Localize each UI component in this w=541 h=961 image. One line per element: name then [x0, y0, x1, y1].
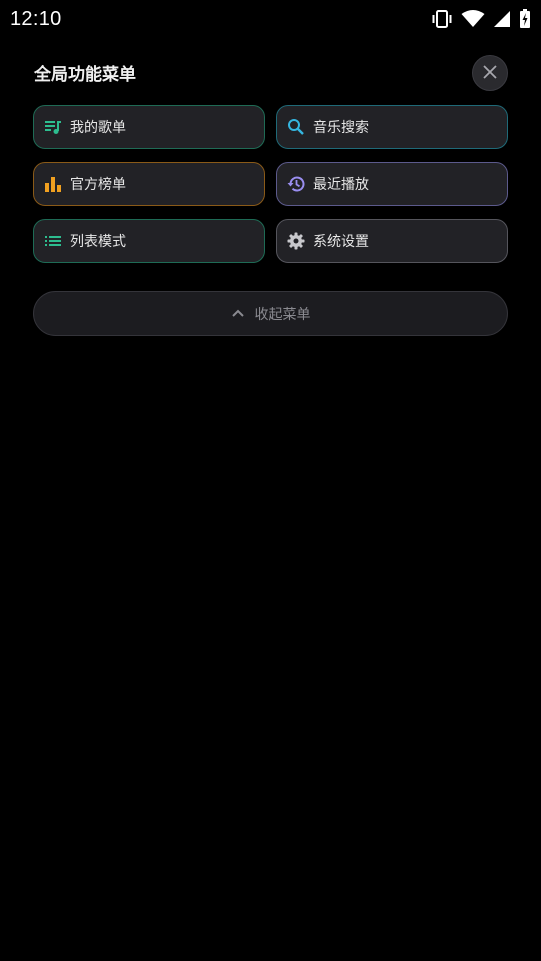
system-settings-label: 系统设置	[313, 234, 369, 250]
menu-grid: 我的歌单 音乐搜索 官方榜单 最近播放 列表模式 系统设置	[33, 105, 508, 263]
my-playlists-button[interactable]: 我的歌单	[33, 105, 265, 149]
playlist-icon	[44, 118, 62, 136]
official-charts-button[interactable]: 官方榜单	[33, 162, 265, 206]
system-settings-button[interactable]: 系统设置	[276, 219, 508, 263]
status-icons	[431, 9, 531, 29]
history-icon	[287, 175, 305, 193]
bar-chart-icon	[44, 175, 62, 193]
signal-icon	[493, 10, 511, 28]
chevron-up-icon	[231, 306, 245, 322]
status-time: 12:10	[10, 7, 62, 30]
list-icon	[44, 232, 62, 250]
collapse-menu-label: 收起菜单	[254, 306, 311, 323]
panel-title: 全局功能菜单	[34, 65, 136, 85]
collapse-menu-button[interactable]: 收起菜单	[33, 291, 508, 336]
list-mode-button[interactable]: 列表模式	[33, 219, 265, 263]
recent-plays-label: 最近播放	[313, 177, 369, 193]
search-icon	[287, 118, 305, 136]
list-mode-label: 列表模式	[70, 234, 126, 250]
music-search-label: 音乐搜索	[313, 120, 369, 136]
official-charts-label: 官方榜单	[70, 177, 126, 193]
vibrate-icon	[431, 10, 453, 28]
wifi-icon	[461, 10, 485, 28]
my-playlists-label: 我的歌单	[70, 120, 126, 136]
battery-icon	[519, 9, 531, 29]
recent-plays-button[interactable]: 最近播放	[276, 162, 508, 206]
status-bar: 12:10	[0, 0, 541, 38]
music-search-button[interactable]: 音乐搜索	[276, 105, 508, 149]
close-icon	[483, 64, 497, 83]
close-button[interactable]	[472, 55, 508, 91]
gear-icon	[287, 232, 305, 250]
